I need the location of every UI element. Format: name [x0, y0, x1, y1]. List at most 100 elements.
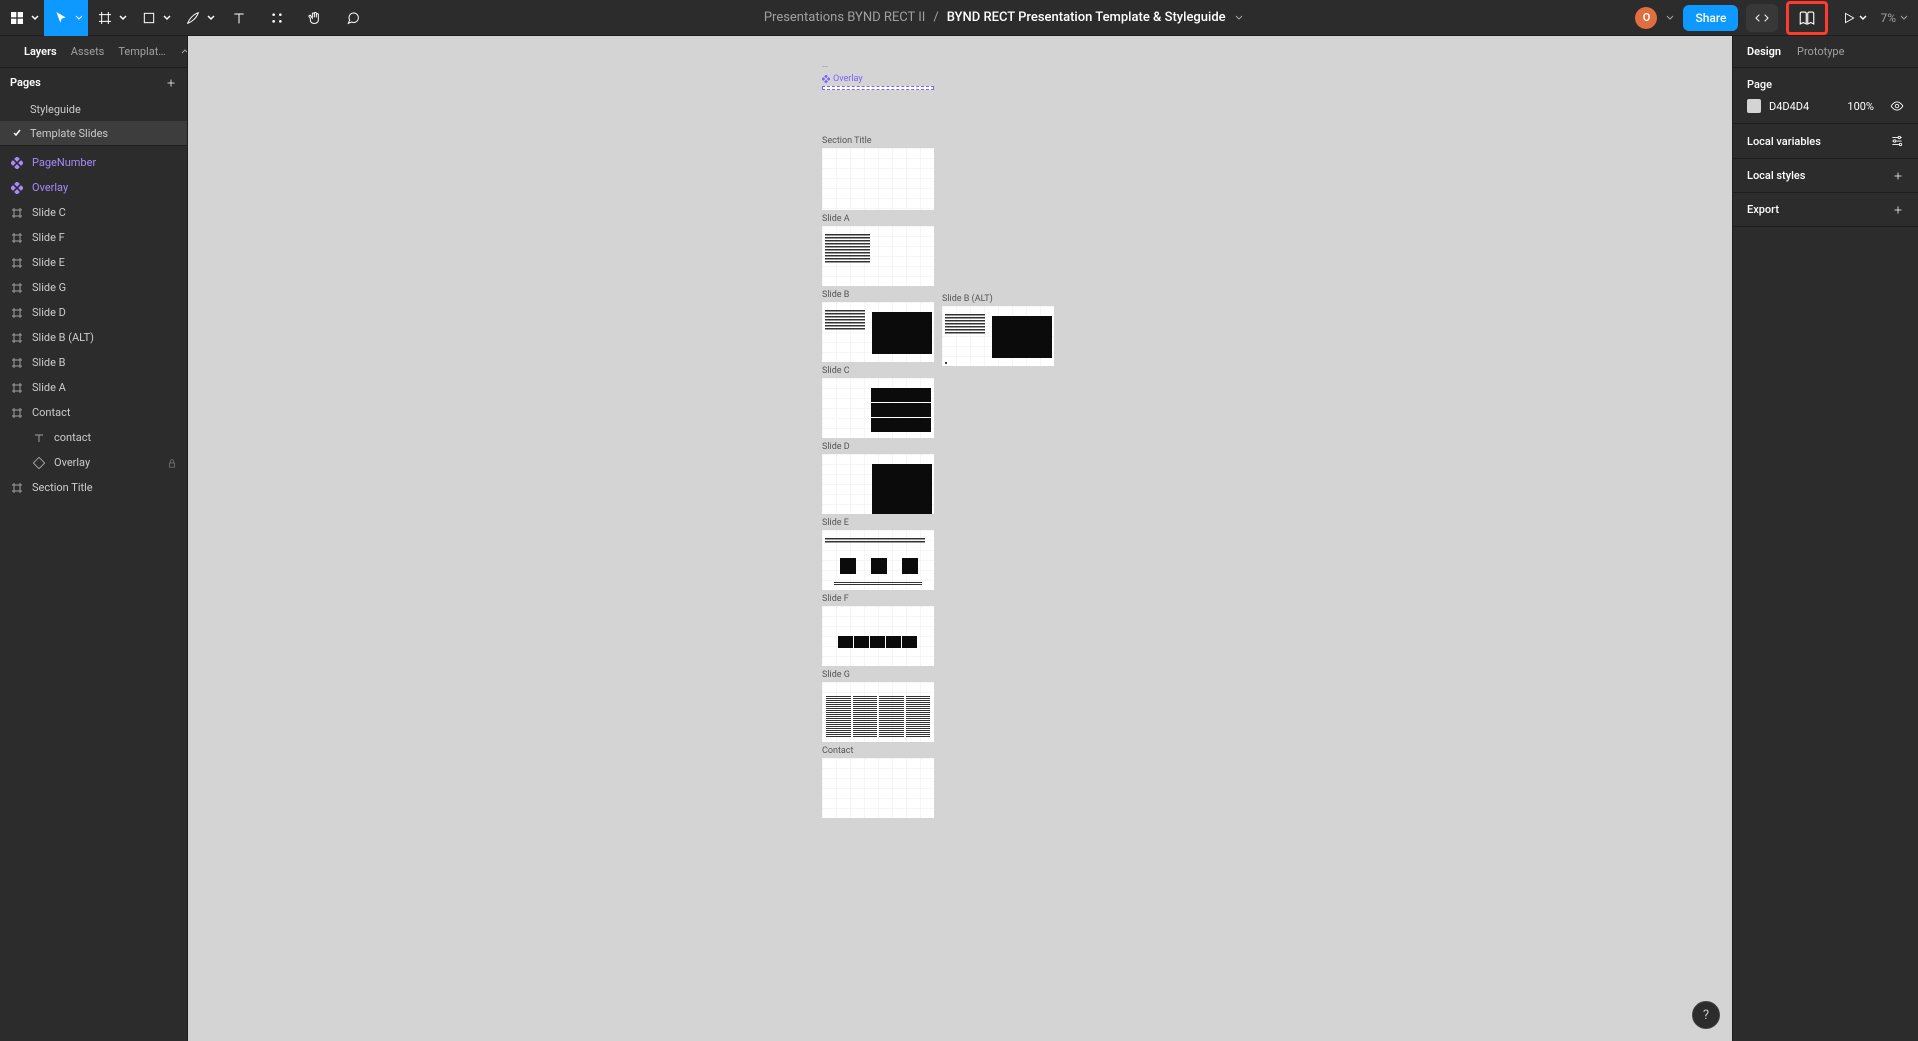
help-button[interactable]: ? — [1692, 1001, 1720, 1029]
tab-templates[interactable]: Templat… — [118, 45, 165, 58]
layer-pagenumber[interactable]: PageNumber — [0, 150, 187, 175]
eye-icon[interactable] — [1890, 99, 1904, 113]
frame-tool[interactable] — [88, 0, 132, 36]
artboard-label[interactable]: Slide A — [822, 214, 934, 224]
breadcrumb-location[interactable]: Presentations BYND RECT II — [764, 10, 926, 25]
tab-layers[interactable]: Layers — [24, 45, 57, 58]
frame-icon — [10, 407, 24, 419]
artboard-label-ellipsis[interactable]: … — [822, 60, 934, 70]
tab-design[interactable]: Design — [1747, 45, 1781, 58]
layer-slide-f[interactable]: Slide F — [0, 225, 187, 250]
frame-icon — [10, 382, 24, 394]
artboard-slide-f[interactable]: Section Title — [822, 606, 934, 666]
chevron-down-icon — [1859, 14, 1867, 22]
local-variables-header: Local variables — [1747, 135, 1821, 148]
tab-prototype[interactable]: Prototype — [1797, 45, 1844, 58]
present-button[interactable] — [1836, 0, 1872, 36]
artboard-section-title[interactable]: Section Header ASection Header BSection … — [822, 148, 934, 210]
collapse-icon[interactable] — [180, 47, 188, 57]
artboard-slide-b-alt[interactable]: Section Title — [942, 306, 1054, 366]
shape-tool[interactable] — [132, 0, 176, 36]
artboard-label[interactable]: Section Title — [822, 136, 934, 146]
hand-tool[interactable] — [296, 0, 334, 36]
artboard-label[interactable]: Slide C — [822, 366, 934, 376]
artboard-label[interactable]: Slide G — [822, 670, 934, 680]
toolbar: Presentations BYND RECT II / BYND RECT P… — [0, 0, 1918, 36]
user-avatar[interactable]: O — [1635, 7, 1657, 29]
page-item-template-slides[interactable]: Template Slides — [0, 121, 187, 145]
artboard-label[interactable]: Contact — [822, 746, 934, 756]
artboard-label[interactable]: Slide D — [822, 442, 934, 452]
move-tool[interactable] — [44, 0, 88, 36]
layer-contact-text[interactable]: contact — [0, 425, 187, 450]
layer-label: Section Title — [32, 481, 93, 494]
layer-slide-e[interactable]: Slide E — [0, 250, 187, 275]
component-icon — [10, 182, 24, 194]
chevron-down-icon[interactable] — [1234, 13, 1244, 23]
resources-tool[interactable] — [258, 0, 296, 36]
chevron-down-icon — [31, 14, 39, 22]
artboard-contact[interactable]: CONTACT — [822, 758, 934, 818]
share-button[interactable]: Share — [1683, 5, 1738, 31]
settings-icon[interactable] — [1890, 134, 1904, 148]
plus-icon[interactable] — [1892, 204, 1904, 216]
page-section-header: Page — [1747, 78, 1904, 91]
artboard-label[interactable]: Slide F — [822, 594, 934, 604]
bg-opacity[interactable]: 100% — [1847, 100, 1874, 113]
canvas[interactable]: … Overlay Section Title Section Header A… — [188, 36, 1732, 1041]
chevron-down-icon[interactable] — [1665, 13, 1675, 23]
overlay-component[interactable] — [822, 86, 934, 90]
layer-slide-c[interactable]: Slide C — [0, 200, 187, 225]
chevron-down-icon — [119, 14, 127, 22]
comment-tool[interactable] — [334, 0, 372, 36]
highlighted-library-button — [1786, 1, 1828, 35]
layer-label: Slide B — [32, 356, 66, 369]
layer-slide-d[interactable]: Slide D — [0, 300, 187, 325]
layer-slide-b-alt[interactable]: Slide B (ALT) — [0, 325, 187, 350]
artboard-slide-c[interactable]: Section Title Sub TitleSub TitleSub Titl… — [822, 378, 934, 438]
plus-icon[interactable] — [1892, 170, 1904, 182]
chevron-down-icon — [1900, 14, 1908, 22]
chevron-down-icon — [163, 14, 171, 22]
pen-tool[interactable] — [176, 0, 220, 36]
frame-icon — [10, 207, 24, 219]
frame-icon — [10, 307, 24, 319]
artboard-label[interactable]: Slide B (ALT) — [942, 294, 1054, 304]
layer-slide-b[interactable]: Slide B — [0, 350, 187, 375]
artboard-label[interactable]: Slide E — [822, 518, 934, 528]
page-item-styleguide[interactable]: Styleguide — [0, 97, 187, 121]
color-swatch[interactable] — [1747, 99, 1761, 113]
text-tool[interactable] — [220, 0, 258, 36]
layer-label: PageNumber — [32, 156, 96, 169]
dev-mode-button[interactable] — [1746, 4, 1778, 32]
library-button[interactable] — [1793, 0, 1821, 36]
plus-icon[interactable] — [165, 77, 177, 89]
layer-label: Slide C — [32, 206, 66, 219]
page-label: Styleguide — [30, 103, 81, 116]
tab-assets[interactable]: Assets — [71, 45, 105, 58]
artboard-slide-b[interactable]: Section Title — [822, 302, 934, 362]
left-panel-tabs: Layers Assets Templat… — [0, 36, 187, 68]
artboard-slide-d[interactable]: Section Title — [822, 454, 934, 514]
zoom-control[interactable]: 7% — [1880, 11, 1908, 25]
artboard-label-overlay[interactable]: Overlay — [822, 74, 934, 84]
artboard-slide-a[interactable]: Section Title — [822, 226, 934, 286]
local-styles-header: Local styles — [1747, 169, 1805, 182]
layer-overlay[interactable]: Overlay — [0, 175, 187, 200]
layer-contact[interactable]: Contact — [0, 400, 187, 425]
frame-icon — [10, 232, 24, 244]
pages-header: Pages — [10, 76, 41, 89]
document-title[interactable]: BYND RECT Presentation Template & Styleg… — [947, 10, 1226, 25]
main-menu-button[interactable] — [0, 0, 44, 36]
layer-slide-g[interactable]: Slide G — [0, 275, 187, 300]
artboard-slide-e[interactable]: Section Title — [822, 530, 934, 590]
zoom-value: 7% — [1880, 11, 1896, 25]
artboard-slide-g[interactable]: Section Title — [822, 682, 934, 742]
layer-section-title[interactable]: Section Title — [0, 475, 187, 500]
artboard-label[interactable]: Slide B — [822, 290, 934, 300]
layer-slide-a[interactable]: Slide A — [0, 375, 187, 400]
layer-label: Slide A — [32, 381, 66, 394]
frame-icon — [10, 282, 24, 294]
layer-overlay-instance[interactable]: Overlay — [0, 450, 187, 475]
bg-hex[interactable]: D4D4D4 — [1769, 100, 1809, 113]
